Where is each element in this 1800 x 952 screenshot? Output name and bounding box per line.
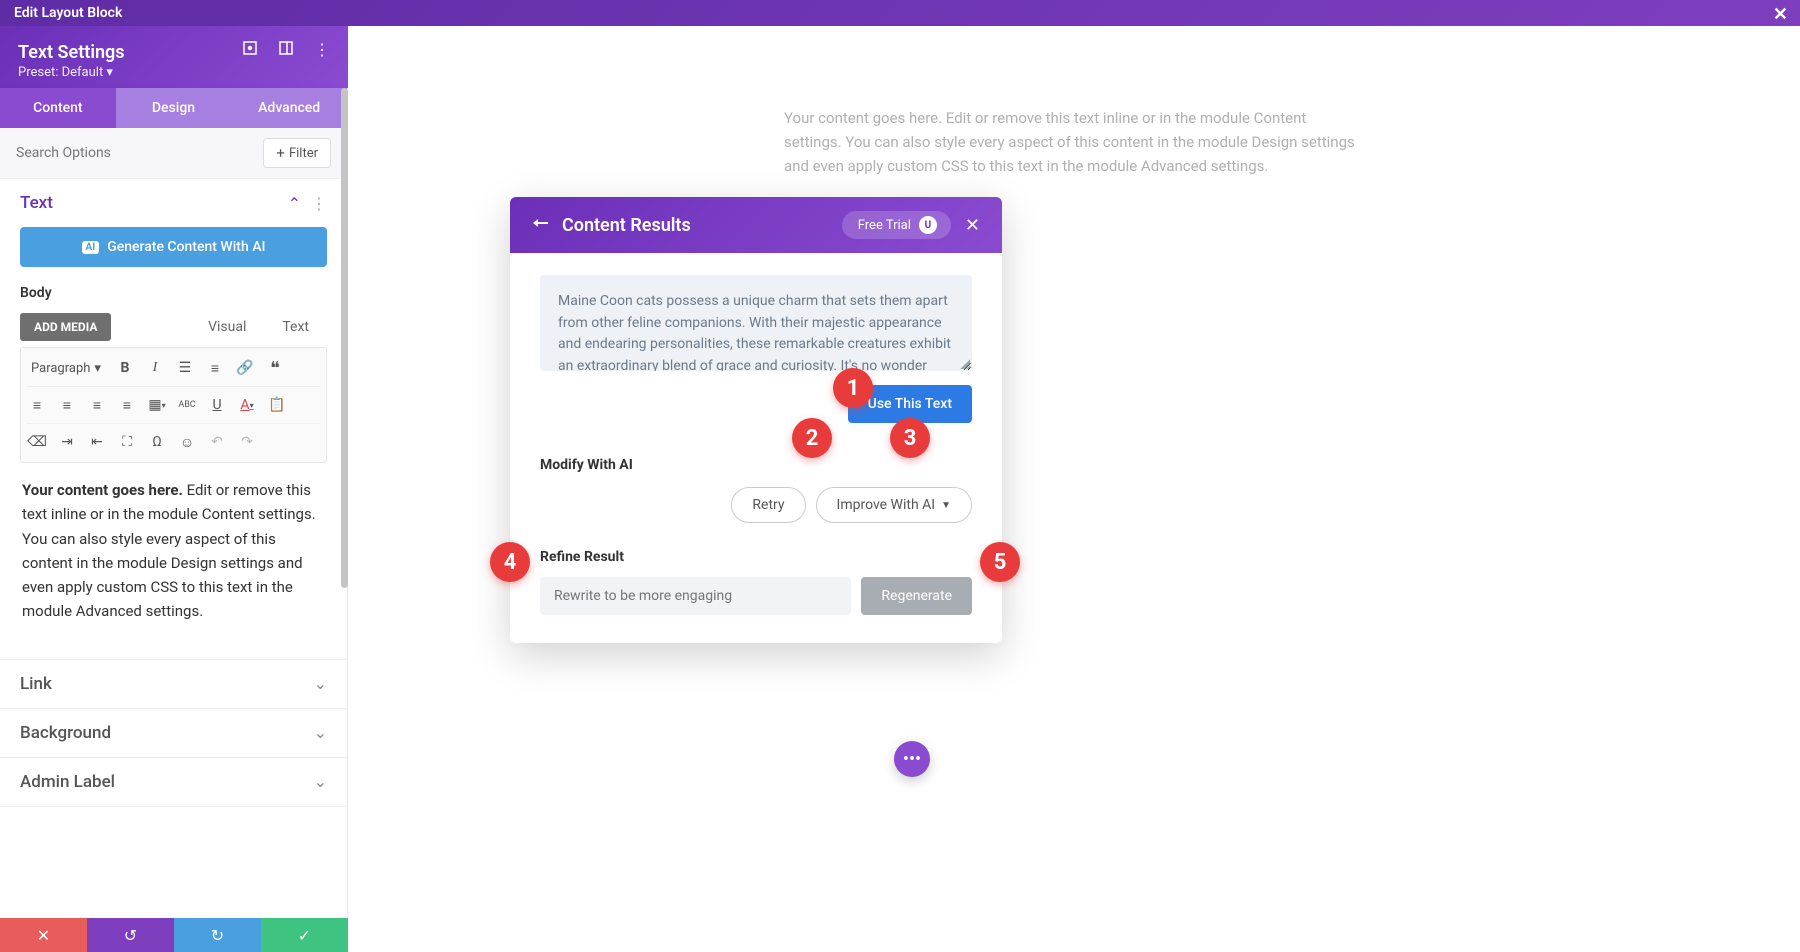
modify-heading: Modify With AI (540, 457, 972, 473)
annotation-badge-5: 5 (980, 542, 1020, 582)
indent-icon[interactable]: ⇥ (57, 432, 77, 452)
expand-icon[interactable] (242, 40, 258, 59)
clear-icon[interactable]: ⌫ (27, 432, 47, 452)
regenerate-button[interactable]: Regenerate (861, 577, 972, 615)
body-label: Body (20, 285, 327, 301)
bold-icon[interactable]: B (115, 358, 135, 378)
title-bar: Edit Layout Block ✕ (0, 0, 1800, 26)
improve-with-ai-button[interactable]: Improve With AI ▼ (816, 487, 972, 523)
section-background-header[interactable]: Background ⌄ (0, 709, 347, 757)
special-char-icon[interactable]: Ω (147, 432, 167, 452)
abc-icon[interactable]: ABC (177, 395, 197, 415)
chevron-up-icon: ⌃ (288, 194, 301, 213)
quote-icon[interactable]: ❝ (265, 358, 285, 378)
chevron-down-icon: ⌄ (314, 723, 327, 742)
preset-selector[interactable]: Preset: Default ▾ (18, 65, 113, 80)
panel-icon[interactable] (278, 40, 294, 59)
modal-close-icon[interactable]: ✕ (965, 215, 980, 236)
tab-design[interactable]: Design (116, 88, 232, 128)
back-icon[interactable] (532, 216, 550, 234)
fullscreen-icon[interactable]: ⛶ (117, 432, 137, 452)
generate-ai-button[interactable]: AI Generate Content With AI (20, 227, 327, 267)
section-admin-label-header[interactable]: Admin Label ⌄ (0, 758, 347, 806)
undo-button[interactable]: ↺ (87, 918, 174, 952)
table-icon[interactable]: ▦▾ (147, 395, 167, 415)
add-media-button[interactable]: ADD MEDIA (20, 313, 111, 341)
editor-bold-leading: Your content goes here. (22, 481, 183, 499)
close-icon[interactable]: ✕ (1773, 4, 1788, 25)
result-textarea[interactable]: Maine Coon cats possess a unique charm t… (540, 275, 972, 371)
chevron-down-icon: ▼ (941, 500, 951, 511)
align-right-icon[interactable]: ≡ (87, 395, 107, 415)
annotation-badge-1: 1 (833, 368, 873, 408)
settings-tabs: Content Design Advanced (0, 88, 347, 128)
retry-button[interactable]: Retry (731, 487, 805, 523)
link-icon[interactable]: 🔗 (235, 358, 255, 378)
chevron-down-icon: ⌄ (314, 772, 327, 791)
annotation-badge-2: 2 (792, 418, 832, 458)
section-text: Text ⌃ ⋮ AI Generate Content With AI Bod… (0, 179, 347, 660)
search-bar: +Filter (0, 128, 347, 179)
title-bar-text: Edit Layout Block (14, 5, 122, 21)
content-results-modal: Content Results Free Trial U ✕ Maine Coo… (510, 197, 1002, 643)
section-background: Background ⌄ (0, 709, 347, 758)
section-link: Link ⌄ (0, 660, 347, 709)
section-text-title: Text (20, 193, 53, 213)
text-color-icon[interactable]: A▾ (237, 395, 257, 415)
sidebar-scrollbar[interactable] (341, 88, 348, 588)
search-input[interactable] (16, 145, 263, 161)
section-text-header[interactable]: Text ⌃ ⋮ (0, 179, 347, 227)
ol-icon[interactable]: ≡ (205, 358, 225, 378)
redo-icon[interactable]: ↷ (237, 432, 257, 452)
outdent-icon[interactable]: ⇤ (87, 432, 107, 452)
refine-input[interactable] (540, 577, 851, 615)
underline-icon[interactable]: U (207, 395, 227, 415)
annotation-badge-4: 4 (490, 542, 530, 582)
tab-advanced[interactable]: Advanced (231, 88, 347, 128)
editor-rest: Edit or remove this text inline or in th… (22, 481, 316, 620)
redo-button[interactable]: ↻ (174, 918, 261, 952)
chevron-down-icon: ⌄ (314, 674, 327, 693)
trial-badge-icon: U (919, 216, 937, 234)
settings-sidebar: Content Design Advanced +Filter Text ⌃ ⋮… (0, 88, 348, 952)
wysiwyg-toolbar: Paragraph ▾ B I ☰ ≡ 🔗 ❝ ≡ ≡ ≡ ≡ ▦▾ ABC U (20, 347, 327, 463)
paragraph-selector[interactable]: Paragraph ▾ (27, 359, 105, 378)
align-justify-icon[interactable]: ≡ (117, 395, 137, 415)
paste-icon[interactable]: 📋 (267, 395, 287, 415)
section-link-header[interactable]: Link ⌄ (0, 660, 347, 708)
section-admin-label: Admin Label ⌄ (0, 758, 347, 807)
tab-content[interactable]: Content (0, 88, 116, 128)
trial-pill[interactable]: Free Trial U (842, 211, 951, 239)
ai-badge-icon: AI (82, 241, 100, 254)
align-left-icon[interactable]: ≡ (27, 395, 47, 415)
modal-header: Content Results Free Trial U ✕ (510, 197, 1002, 253)
fab-more-button[interactable]: ••• (894, 741, 930, 777)
annotation-badge-3: 3 (890, 418, 930, 458)
save-button[interactable]: ✓ (261, 918, 348, 952)
modal-title: Content Results (562, 215, 691, 236)
canvas-placeholder-text[interactable]: Your content goes here. Edit or remove t… (784, 106, 1364, 178)
cancel-button[interactable]: ✕ (0, 918, 87, 952)
view-tab-visual[interactable]: Visual (190, 311, 264, 343)
ul-icon[interactable]: ☰ (175, 358, 195, 378)
refine-heading: Refine Result (540, 549, 972, 565)
settings-title: Text Settings (18, 42, 125, 63)
view-tab-text[interactable]: Text (264, 311, 327, 343)
italic-icon[interactable]: I (145, 358, 165, 378)
filter-button[interactable]: +Filter (263, 138, 331, 168)
bottom-action-bar: ✕ ↺ ↻ ✓ (0, 918, 348, 952)
settings-header: Text Settings Preset: Default ▾ ⋮ (0, 26, 348, 88)
section-more-icon[interactable]: ⋮ (311, 194, 327, 213)
align-center-icon[interactable]: ≡ (57, 395, 77, 415)
body-editor[interactable]: Your content goes here. Edit or remove t… (20, 463, 327, 641)
emoji-icon[interactable]: ☺ (177, 432, 197, 452)
undo-icon[interactable]: ↶ (207, 432, 227, 452)
more-icon[interactable]: ⋮ (314, 40, 330, 59)
